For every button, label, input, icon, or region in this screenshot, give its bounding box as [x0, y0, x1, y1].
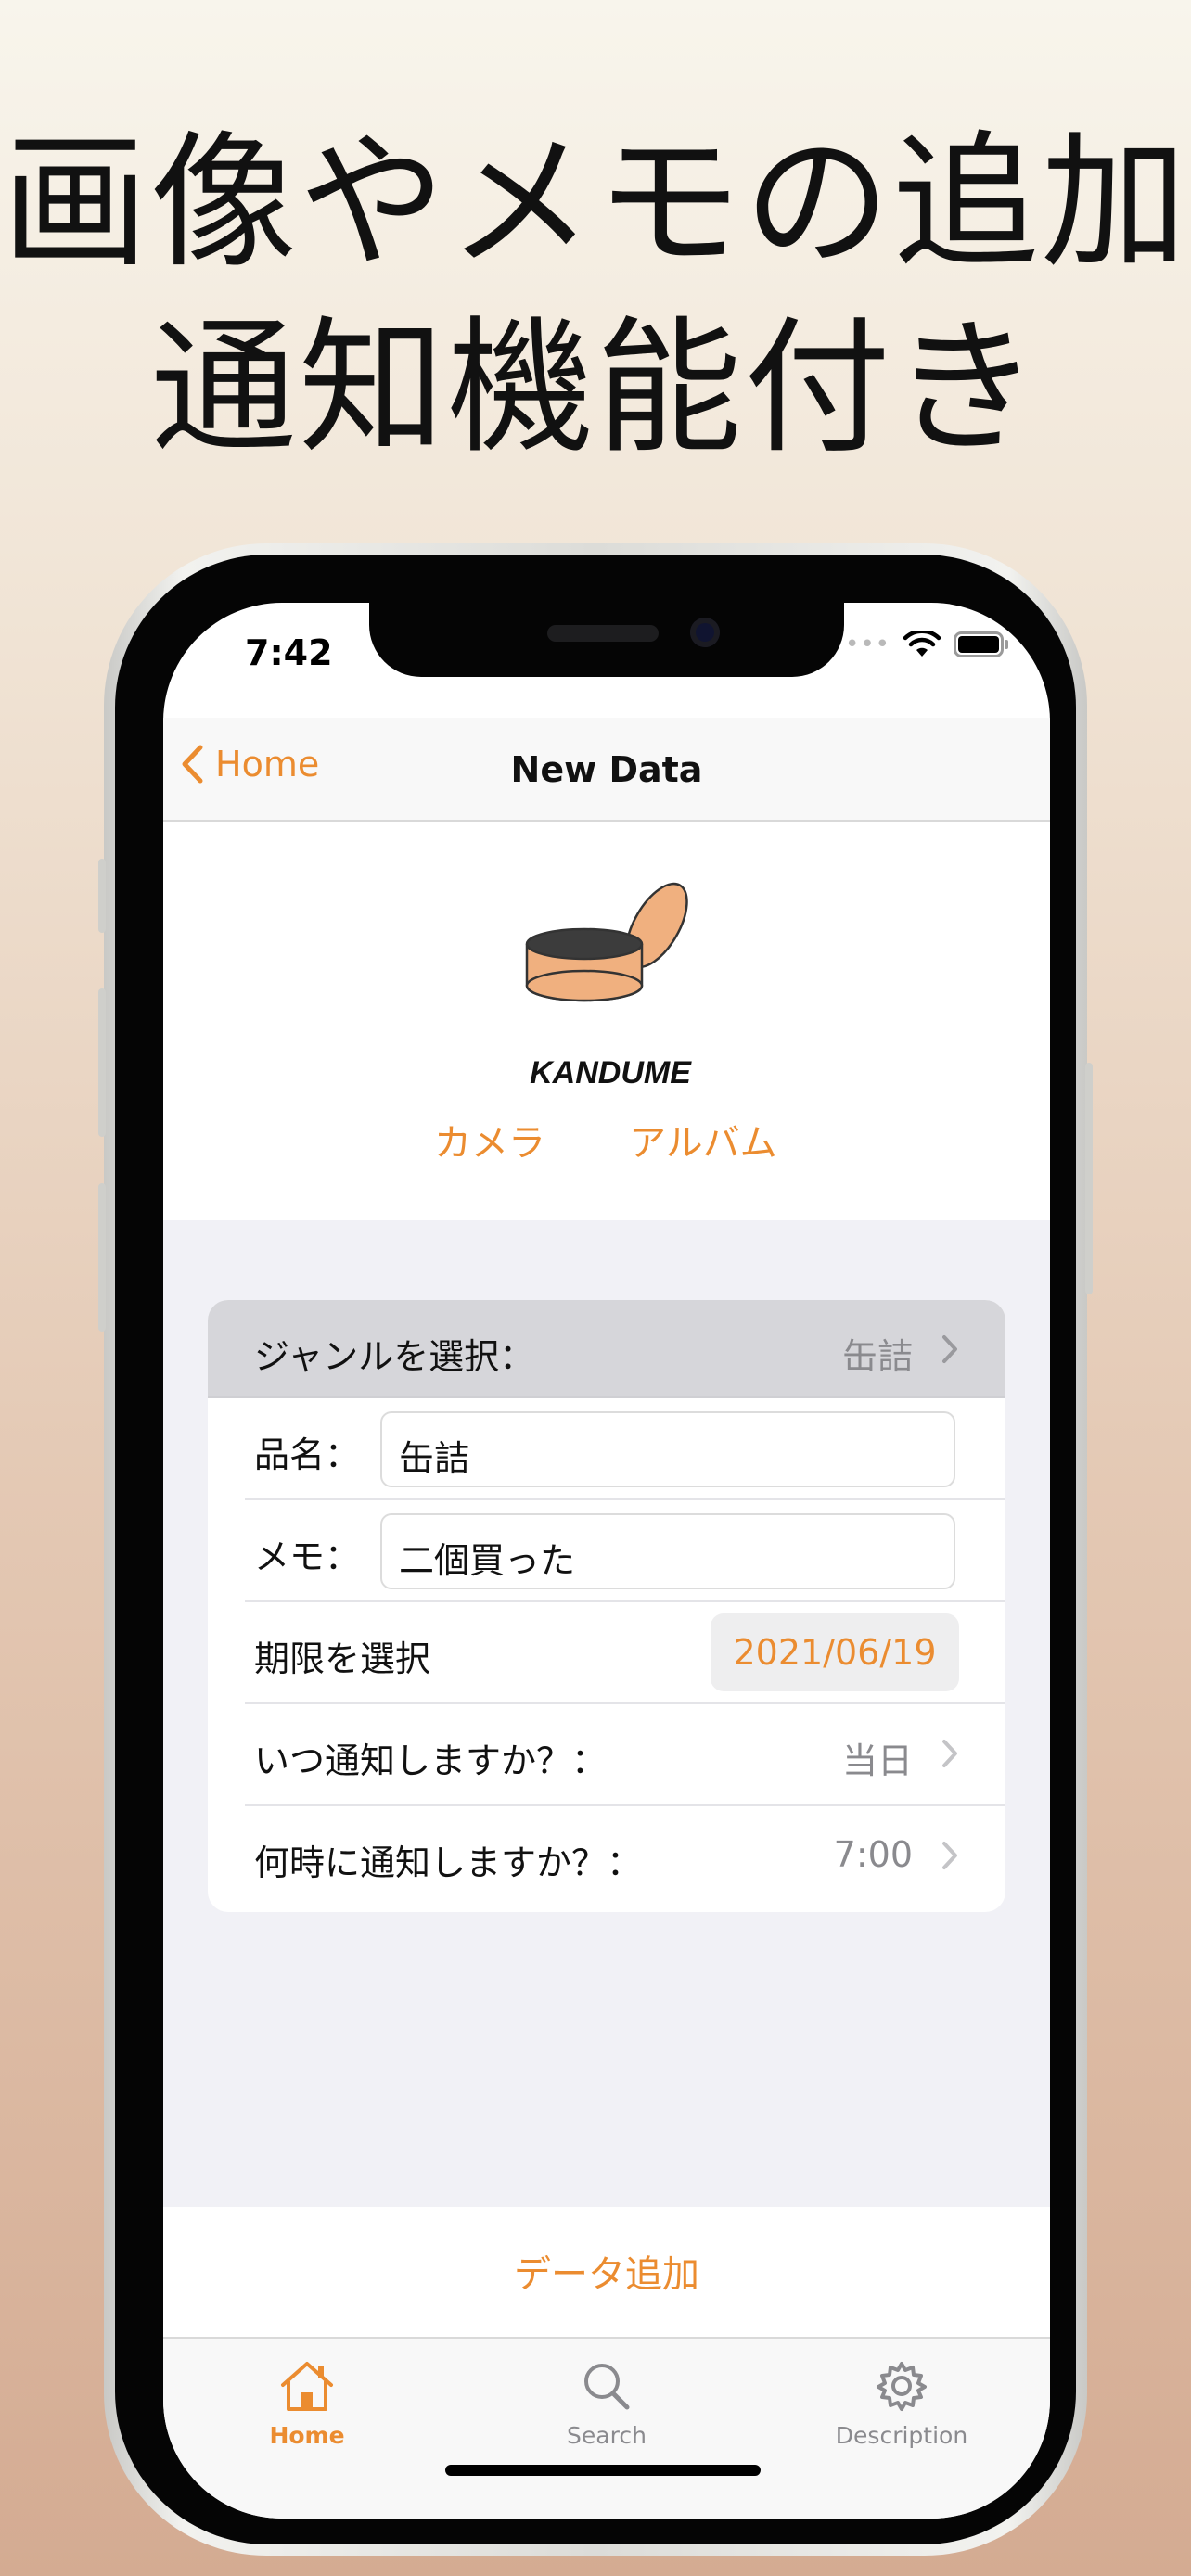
page-title: New Data [510, 749, 703, 790]
camera-button[interactable]: カメラ [434, 1113, 545, 1167]
headline-line-1: 画像やメモの追加 [2, 118, 1189, 288]
tab-home[interactable]: Home [196, 2359, 418, 2449]
image-area: KANDUME カメラ アルバム [163, 822, 1050, 1220]
wifi-icon [903, 631, 941, 657]
logo-text: KANDUME [530, 1055, 691, 1090]
notify-time-row[interactable]: 何時に通知しますか？： 7:00 [208, 1806, 1005, 1908]
front-camera [690, 618, 720, 647]
form-card: ジャンルを選択： 缶詰 品名： 缶詰 メモ： 二個買った 期限を選択 2021/… [208, 1300, 1005, 1912]
power-button [1085, 1063, 1093, 1294]
tab-description[interactable]: Description [790, 2359, 1013, 2449]
status-time: 7:42 [245, 632, 333, 673]
can-icon [525, 882, 688, 1002]
genre-value: 缶詰 [841, 1336, 913, 1377]
phone-screen: 7:42 •••• Home New Data KANDUME カメラ アルバム… [163, 603, 1050, 2519]
notify-time-value: 7:00 [833, 1834, 913, 1875]
name-row: 品名： 缶詰 [208, 1398, 1005, 1500]
navigation-bar: Home New Data [163, 718, 1050, 822]
add-data-button[interactable]: データ追加 [163, 2244, 1050, 2298]
notify-time-label: 何時に通知しますか？： [254, 1843, 643, 1883]
tab-bar: Home Search Description [163, 2337, 1050, 2519]
expiry-label: 期限を選択 [254, 1639, 431, 1679]
memo-label: メモ： [254, 1537, 361, 1577]
mute-switch [98, 859, 106, 933]
gear-icon [877, 2362, 927, 2411]
notify-when-label: いつ通知しますか？： [254, 1741, 608, 1781]
notify-when-value: 当日 [841, 1741, 913, 1781]
search-icon [584, 2364, 630, 2410]
volume-down-button [98, 1183, 106, 1332]
battery-icon [954, 631, 1008, 657]
tab-search-label: Search [567, 2422, 647, 2449]
form-section: ジャンルを選択： 缶詰 品名： 缶詰 メモ： 二個買った 期限を選択 2021/… [163, 1220, 1050, 2207]
album-button[interactable]: アルバム [629, 1113, 777, 1167]
home-indicator[interactable] [445, 2465, 761, 2476]
add-data-area: データ追加 [163, 2207, 1050, 2337]
volume-up-button [98, 988, 106, 1137]
tab-search[interactable]: Search [495, 2359, 718, 2449]
notch [369, 603, 844, 677]
chevron-right-icon [942, 1842, 957, 1869]
phone-frame: 7:42 •••• Home New Data KANDUME カメラ アルバム… [98, 543, 1093, 2556]
expiry-row: 期限を選択 2021/06/19 [208, 1602, 1005, 1704]
chevron-right-icon [942, 1335, 957, 1363]
tab-description-label: Description [835, 2422, 968, 2449]
memo-input[interactable]: 二個買った [380, 1513, 955, 1589]
speaker [547, 625, 659, 642]
phone-bezel: 7:42 •••• Home New Data KANDUME カメラ アルバム… [115, 555, 1076, 2544]
genre-row[interactable]: ジャンルを選択： 缶詰 [208, 1300, 1005, 1398]
status-icons: •••• [830, 631, 1009, 658]
genre-label: ジャンルを選択： [254, 1336, 535, 1377]
expiry-date-picker[interactable]: 2021/06/19 [711, 1613, 959, 1691]
headline-line-2: 通知機能付き [150, 303, 1041, 474]
kandume-logo: KANDUME [518, 870, 703, 1090]
tab-home-label: Home [269, 2422, 345, 2449]
home-icon [281, 2362, 333, 2411]
notify-when-row[interactable]: いつ通知しますか？： 当日 [208, 1704, 1005, 1806]
chevron-right-icon [942, 1740, 957, 1767]
memo-row: メモ： 二個買った [208, 1500, 1005, 1602]
name-input[interactable]: 缶詰 [380, 1411, 955, 1487]
name-label: 品名： [254, 1435, 361, 1475]
